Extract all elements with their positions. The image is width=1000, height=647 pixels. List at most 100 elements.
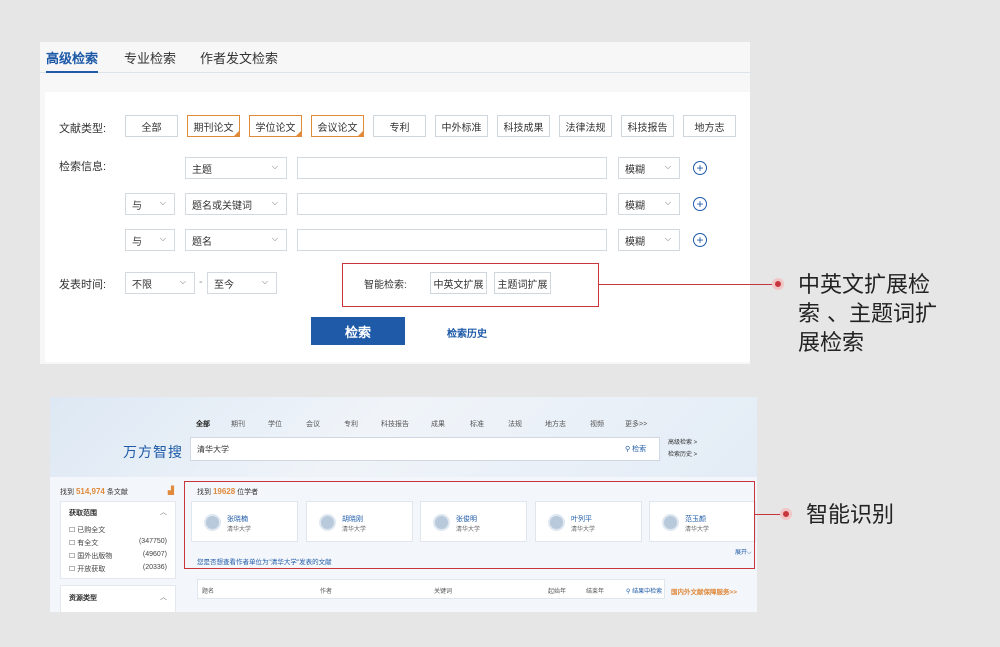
cat-journal[interactable]: 期刊 [231,419,245,429]
doc-type-report[interactable]: 科技报告 [621,115,674,137]
facet-item[interactable]: ☐ 有全文 [69,538,98,548]
doc-type-standard[interactable]: 中外标准 [435,115,488,137]
search-info-label: 检索信息: [59,161,107,173]
field-select-2[interactable]: 题名或关键词 ⌵ [185,193,287,215]
logic-select-3[interactable]: 与 ⌵ [125,229,175,251]
main-search-button[interactable]: ⚲ 检索 [625,444,646,454]
search-input-1[interactable] [297,157,607,179]
facet-item[interactable]: ☐ 开放获取 [69,564,105,574]
facet-sidebar: 找到 514,974 条文献 ▟ 获取范围 ︿ ☐ 已购全文 ☐ 有全文 (34… [60,485,176,612]
chevron-down-icon: ⌵ [664,234,671,243]
doc-type-gazetteer[interactable]: 地方志 [683,115,736,137]
facet-item[interactable]: ☐ 国外出版物 [69,551,112,561]
facet-item-count: (347750) [138,538,167,545]
logic-select-2-value: 与 [132,200,142,212]
time-dash: - [199,276,203,288]
facet-item-label: 开放获取 [77,566,106,573]
refine-end-year[interactable]: 结束年 [586,586,604,595]
match-select-1[interactable]: 模糊 ⌵ [618,157,680,179]
logic-select-2[interactable]: 与 ⌵ [125,193,175,215]
cat-gazetteer[interactable]: 地方志 [545,419,566,429]
match-select-1-value: 模糊 [625,164,645,176]
cat-patent[interactable]: 专利 [344,419,358,429]
stats-chart-icon[interactable]: ▟ [168,486,174,495]
collapse-icon[interactable]: ︿ [160,507,167,517]
cat-report[interactable]: 科技报告 [381,419,409,429]
refine-keyword-field[interactable]: 关键词 [434,586,452,595]
search-input-2[interactable] [297,193,607,215]
doc-type-patent[interactable]: 专利 [373,115,426,137]
chevron-down-icon: ⌵ [664,198,671,207]
match-select-2[interactable]: 模糊 ⌵ [618,193,680,215]
cat-more[interactable]: 更多>> [625,419,647,429]
facet-item-label: 国外出版物 [77,553,113,560]
field-select-1[interactable]: 主题 ⌵ [185,157,287,179]
chevron-down-icon: ⌵ [159,198,166,207]
time-to-value: 至今 [214,279,234,291]
chevron-down-icon: ⌵ [179,277,186,286]
facet-resource-type: 资源类型 ︿ [60,585,176,612]
callout-text-1-line2: 索 、主题词扩 [798,302,937,327]
field-select-1-value: 主题 [192,164,212,176]
cat-thesis[interactable]: 学位 [268,419,282,429]
total-count-prefix: 找到 [60,489,74,496]
total-count-value: 514,974 [75,487,105,496]
search-icon: ⚲ [626,589,631,595]
refine-search-button[interactable]: ⚲ 结果中检索 [626,586,662,595]
cat-all[interactable]: 全部 [196,419,210,429]
field-select-3[interactable]: 题名 ⌵ [185,229,287,251]
tab-author-search[interactable]: 作者发文检索 [200,48,278,67]
facet-item-count: (20336) [142,564,167,571]
main-search-input[interactable]: 清华大学 [190,437,660,461]
doc-type-conference[interactable]: 会议论文 [311,115,364,137]
facet-access-range: 获取范围 ︿ ☐ 已购全文 ☐ 有全文 (347750) ☐ 国外出版物 (49… [60,501,176,579]
advanced-search-link[interactable]: 高级检索 > [668,437,697,446]
refine-author-field[interactable]: 作者 [320,586,332,595]
time-from-select[interactable]: 不限 ⌵ [125,272,195,294]
refine-title-field[interactable]: 题名 [202,586,214,595]
doc-type-all[interactable]: 全部 [125,115,178,137]
smart-recognition-highlight [184,481,755,569]
cat-achievement[interactable]: 成果 [431,419,445,429]
tab-professional-search[interactable]: 专业检索 [124,48,176,67]
main-search-button-label: 检索 [632,446,647,453]
add-row-icon[interactable]: + [693,197,707,211]
cat-law[interactable]: 法规 [508,419,522,429]
cat-conference[interactable]: 会议 [306,419,320,429]
more-service-link[interactable]: 国内外文献保障服务>> [671,586,737,596]
add-row-icon[interactable]: + [693,233,707,247]
search-button[interactable]: 检索 [311,317,405,345]
cat-standard[interactable]: 标准 [470,419,484,429]
logic-select-3-value: 与 [132,236,142,248]
cat-video[interactable]: 视频 [590,419,604,429]
field-select-3-value: 题名 [192,236,212,248]
add-row-icon[interactable]: + [693,161,707,175]
search-input-3[interactable] [297,229,607,251]
history-link[interactable]: 检索历史 > [668,449,697,458]
facet-item[interactable]: ☐ 已购全文 [69,525,105,535]
doc-type-achievement[interactable]: 科技成果 [497,115,550,137]
facet-item-label: 已购全文 [77,527,106,534]
time-from-value: 不限 [132,279,152,291]
callout-text-1: 中英文扩展检 索 、主题词扩 展检索 [798,271,937,358]
chevron-down-icon: ⌵ [261,277,268,286]
refine-start-year[interactable]: 起始年 [548,586,566,595]
doc-type-law[interactable]: 法律法规 [559,115,612,137]
collapse-icon[interactable]: ︿ [160,592,167,602]
doc-type-label: 文献类型: [59,123,107,135]
search-history-link[interactable]: 检索历史 [447,325,487,340]
callout-line-1 [599,284,775,285]
refine-search-bar: 题名 作者 关键词 起始年 结束年 ⚲ 结果中检索 [197,579,665,599]
match-select-3[interactable]: 模糊 ⌵ [618,229,680,251]
tab-advanced-search[interactable]: 高级检索 [46,48,99,73]
doc-type-thesis[interactable]: 学位论文 [249,115,302,137]
chevron-down-icon: ⌵ [271,234,278,243]
time-to-select[interactable]: 至今 ⌵ [207,272,277,294]
chevron-down-icon: ⌵ [271,198,278,207]
doc-type-journal[interactable]: 期刊论文 [187,115,240,137]
smart-search-highlight [342,263,599,307]
total-count: 找到 514,974 条文献 [60,487,128,497]
callout-text-1-line1: 中英文扩展检 [798,273,931,298]
facet-item-count: (49607) [142,551,167,558]
search-form: 文献类型: 全部 期刊论文 学位论文 会议论文 专利 中外标准 科技成果 法律法… [45,92,750,362]
